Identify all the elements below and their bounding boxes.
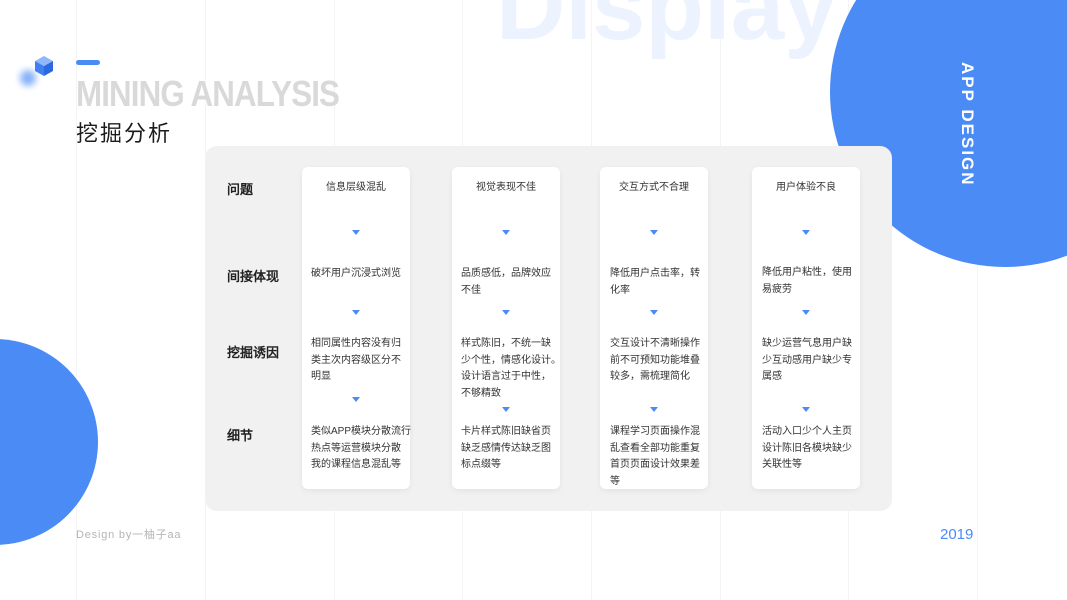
page-title: 挖掘分析 — [76, 121, 173, 146]
text-line: 缺乏感情传达缺乏图 — [461, 442, 551, 454]
accent-bar — [76, 60, 100, 65]
triangle-down-icon — [502, 407, 510, 412]
triangle-down-icon — [352, 230, 360, 235]
title-english: MINING ANALYSIS — [76, 73, 340, 114]
year-label: 2019 — [940, 526, 974, 543]
watermark-text: Display — [496, 0, 838, 60]
card-indirect-text: 品质感低，品牌效应 不佳 — [461, 266, 556, 299]
text-line: 品质感低，品牌效应 — [461, 268, 551, 279]
text-line: 类主次内容级区分不 — [311, 354, 401, 366]
side-label: APP DESIGN — [958, 62, 977, 187]
triangle-down-icon — [502, 310, 510, 315]
text-line: 属感 — [762, 371, 782, 382]
text-line: 等 — [610, 475, 620, 487]
card-indirect-text: 降低用户粘性，使用 易疲劳 — [762, 265, 856, 298]
text-line: 易疲劳 — [762, 283, 792, 295]
text-line: 活动入口少个人主页 — [762, 426, 852, 437]
text-line: 设计语言过于中性， — [461, 371, 551, 382]
row-label-indirect: 间接体现 — [227, 269, 280, 284]
card-cause-text: 相同属性内容没有归 类主次内容级区分不 明显 — [311, 336, 406, 386]
card-interaction-method: 交互方式不合理 降低用户点击率，转 化率 交互设计不清晰操作 前不可预知功能堆叠… — [600, 167, 708, 489]
row-label-problem: 问题 — [227, 182, 254, 197]
card-detail-text: 课程学习页面操作混 乱查看全部功能重复 首页页面设计效果差 等 — [610, 424, 704, 490]
text-line: 课程学习页面操作混 — [610, 426, 700, 437]
triangle-down-icon — [802, 407, 810, 412]
triangle-down-icon — [352, 397, 360, 402]
text-line: 设计陈旧各模块缺少 — [762, 442, 852, 454]
text-line: 不佳 — [461, 284, 481, 296]
text-line: 我的课程信息混乱等 — [311, 459, 401, 470]
triangle-down-icon — [650, 230, 658, 235]
triangle-down-icon — [502, 230, 510, 235]
text-line: 关联性等 — [762, 459, 802, 470]
card-indirect-text: 破坏用户沉浸式浏览 — [311, 266, 406, 283]
text-line: 少互动感用户缺少专 — [762, 354, 852, 366]
text-line: 化率 — [610, 284, 630, 296]
card-cause-text: 交互设计不清晰操作 前不可预知功能堆叠 较多，需梳理简化 — [610, 336, 704, 386]
text-line: 降低用户粘性，使用 — [762, 267, 852, 278]
triangle-down-icon — [802, 230, 810, 235]
text-line: 不够精致 — [461, 387, 501, 399]
card-cause-text: 样式陈旧，不统一缺 少个性，情感化设计。 设计语言过于中性， 不够精致 — [461, 336, 561, 402]
left-circle — [0, 339, 98, 545]
slide-page: Display APP DESIGN MINING ANALYSIS 挖掘分析 … — [0, 0, 1067, 600]
text-line: 类似APP模块分散流行 — [311, 426, 412, 437]
card-detail-text: 卡片样式陈旧缺省页 缺乏感情传达缺乏图 标点缀等 — [461, 424, 556, 474]
card-detail-text: 类似APP模块分散流行 热点等运营模块分散 我的课程信息混乱等 — [311, 424, 412, 474]
row-label-cause: 挖掘诱因 — [227, 345, 280, 360]
text-line: 交互设计不清晰操作 — [610, 338, 700, 349]
card-cause-text: 缺少运营气息用户缺 少互动感用户缺少专 属感 — [762, 336, 856, 386]
text-line: 标点缀等 — [461, 459, 501, 470]
text-line: 首页页面设计效果差 — [610, 459, 700, 470]
card-visual-expression: 视觉表现不佳 品质感低，品牌效应 不佳 样式陈旧，不统一缺 少个性，情感化设计。… — [452, 167, 561, 489]
triangle-down-icon — [650, 310, 658, 315]
card-problem-title: 用户体验不良 — [776, 182, 836, 193]
text-line: 样式陈旧，不统一缺 — [461, 338, 551, 349]
triangle-down-icon — [352, 310, 360, 315]
text-line: 前不可预知功能堆叠 — [610, 354, 700, 366]
card-information-hierarchy: 信息层级混乱 破坏用户沉浸式浏览 相同属性内容没有归 类主次内容级区分不 明显 … — [302, 167, 412, 489]
designer-credit: Design by一柚子aa — [76, 529, 182, 541]
text-line: 乱查看全部功能重复 — [610, 442, 700, 454]
text-line: 明显 — [311, 371, 331, 382]
card-problem-title: 交互方式不合理 — [619, 182, 689, 193]
cube-icon — [20, 56, 53, 86]
row-label-detail: 细节 — [227, 428, 254, 443]
triangle-down-icon — [802, 310, 810, 315]
card-user-experience: 用户体验不良 降低用户粘性，使用 易疲劳 缺少运营气息用户缺 少互动感用户缺少专… — [752, 167, 860, 489]
text-line: 少个性，情感化设计。 — [461, 354, 561, 366]
text-line: 热点等运营模块分散 — [311, 442, 401, 454]
card-problem-title: 视觉表现不佳 — [476, 182, 536, 193]
text-line: 破坏用户沉浸式浏览 — [311, 268, 401, 279]
text-line: 缺少运营气息用户缺 — [762, 338, 852, 349]
triangle-down-icon — [650, 407, 658, 412]
card-detail-text: 活动入口少个人主页 设计陈旧各模块缺少 关联性等 — [762, 424, 856, 474]
card-indirect-text: 降低用户点击率，转 化率 — [610, 266, 704, 299]
text-line: 较多，需梳理简化 — [610, 371, 690, 382]
text-line: 相同属性内容没有归 — [311, 338, 401, 349]
text-line: 降低用户点击率，转 — [610, 268, 700, 279]
card-problem-title: 信息层级混乱 — [326, 182, 386, 193]
text-line: 卡片样式陈旧缺省页 — [461, 426, 551, 437]
